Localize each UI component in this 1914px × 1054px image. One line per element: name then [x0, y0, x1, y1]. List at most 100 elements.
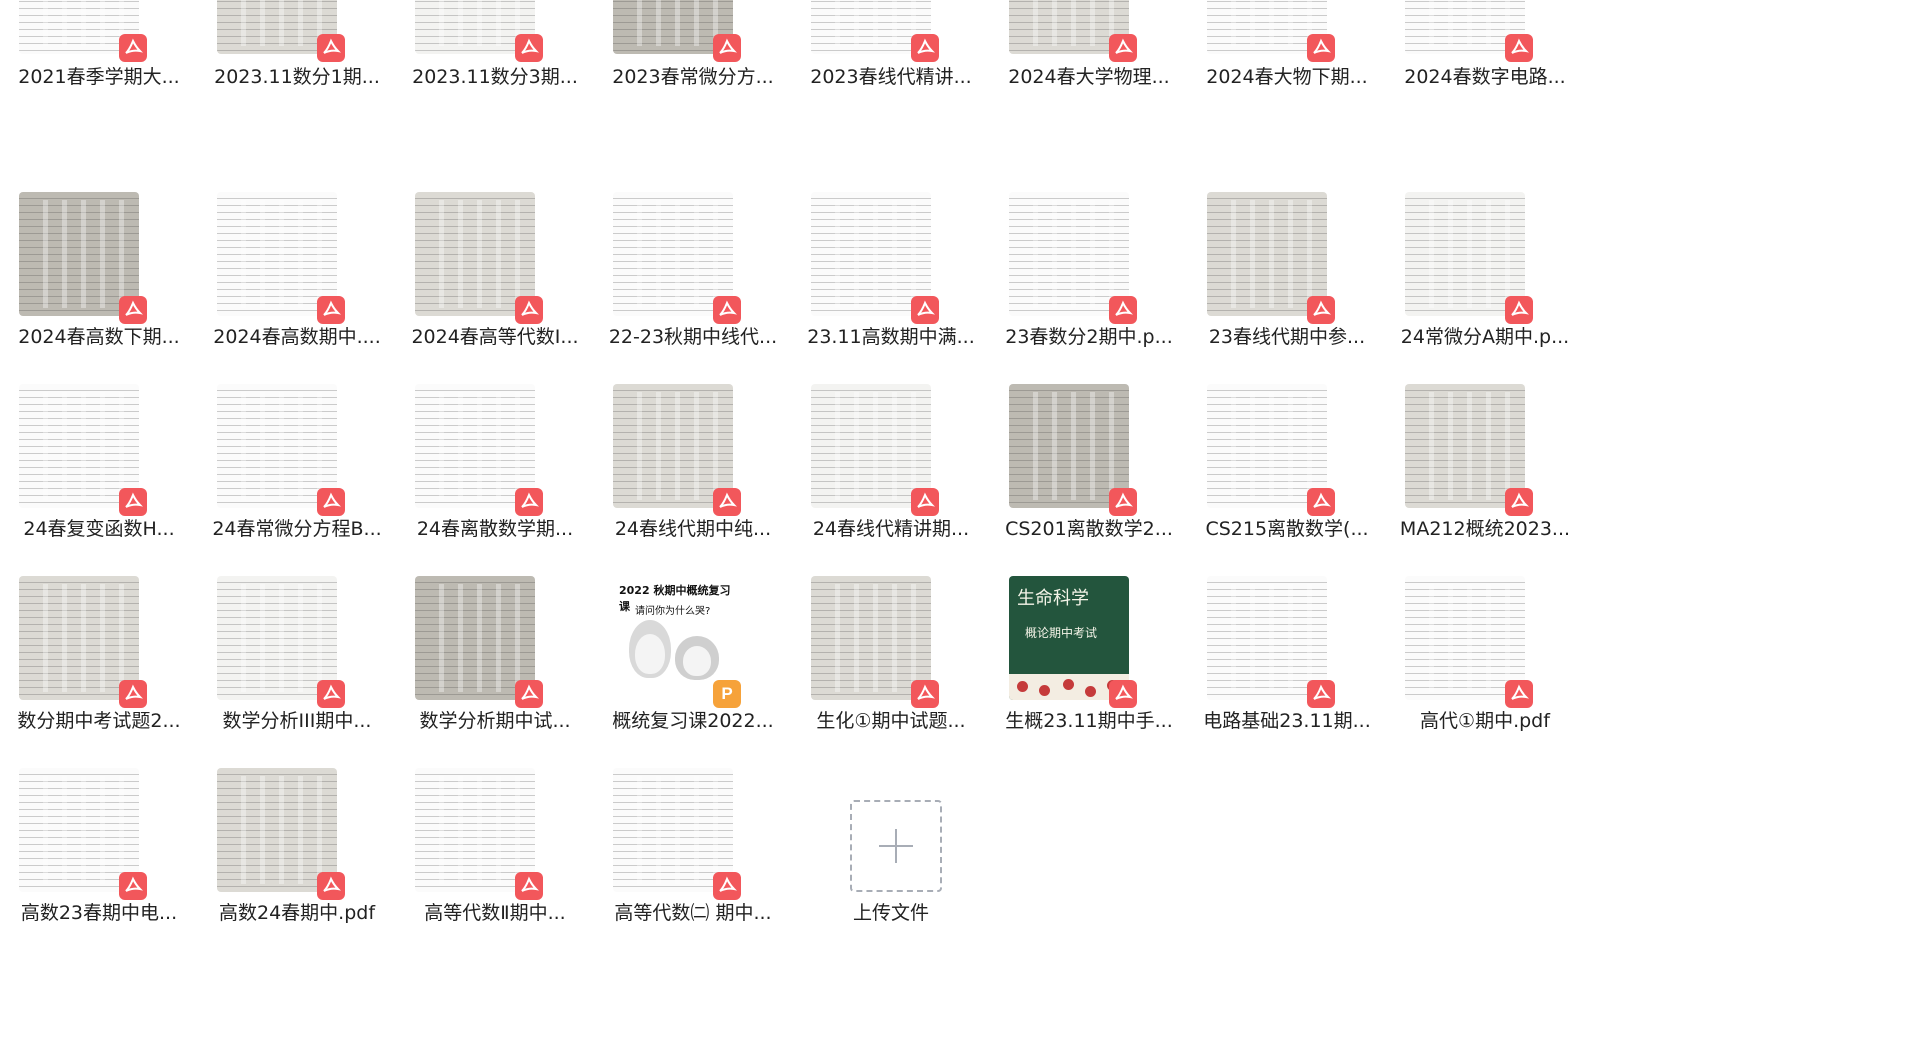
file-name: 高数23春期中电...: [20, 902, 178, 924]
file-tile[interactable]: 2022 秋期中概统复习课 请问你为什么哭? P 概统复习课2022...: [594, 576, 792, 768]
file-grid: 2021春季学期大... 2023.11数分1期... 2023.11数分3期...…: [0, 0, 1584, 960]
file-tile[interactable]: 23春线代期中参...: [1188, 192, 1386, 384]
upload-file-tile[interactable]: 上传文件: [792, 768, 990, 960]
badge-wrapper: [1405, 384, 1533, 516]
file-tile[interactable]: CS215离散数学(...: [1188, 384, 1386, 576]
badge-wrapper: [415, 0, 543, 62]
badge-wrapper: [415, 576, 543, 708]
file-name: 电路基础23.11期...: [1203, 710, 1371, 732]
file-tile[interactable]: MA212概统2023...: [1386, 384, 1584, 576]
file-name: 2024春高等代数I...: [411, 326, 579, 348]
badge-wrapper: [1009, 0, 1137, 62]
file-tile[interactable]: 2023.11数分3期...: [396, 0, 594, 192]
file-tile[interactable]: 2023.11数分1期...: [198, 0, 396, 192]
file-tile[interactable]: 24春常微分方程B...: [198, 384, 396, 576]
file-tile[interactable]: 生命科学 概论期中考试 生概23.11期中手...: [990, 576, 1188, 768]
badge-wrapper: [19, 0, 147, 62]
badge-wrapper: [1405, 0, 1533, 62]
file-tile[interactable]: 电路基础23.11期...: [1188, 576, 1386, 768]
pdf-icon: [317, 872, 345, 900]
file-tile[interactable]: 2024春高等代数I...: [396, 192, 594, 384]
pdf-icon: [1109, 296, 1137, 324]
badge-wrapper: [811, 576, 939, 708]
pdf-icon: [317, 680, 345, 708]
file-name: 上传文件: [852, 902, 929, 924]
file-name: 23.11高数期中满...: [807, 326, 975, 348]
badge-wrapper: [217, 768, 345, 900]
pdf-icon: [911, 34, 939, 62]
file-name: 高等代数Ⅱ期中...: [424, 902, 566, 924]
file-tile[interactable]: 24春离散数学期...: [396, 384, 594, 576]
file-name: 2023.11数分3期...: [412, 66, 578, 88]
file-tile[interactable]: 23春数分2期中.p...: [990, 192, 1188, 384]
upload-button[interactable]: [850, 800, 942, 892]
file-tile[interactable]: 24春复变函数H...: [0, 384, 198, 576]
pdf-icon: [317, 34, 345, 62]
file-tile[interactable]: 2024春高数下期...: [0, 192, 198, 384]
badge-wrapper: [613, 0, 741, 62]
pdf-icon: [515, 34, 543, 62]
pdf-icon: [119, 488, 147, 516]
file-tile[interactable]: 高数23春期中电...: [0, 768, 198, 960]
badge-wrapper: [613, 384, 741, 516]
file-tile[interactable]: 高数24春期中.pdf: [198, 768, 396, 960]
file-name: 24春线代期中纯...: [614, 518, 772, 540]
file-tile[interactable]: 高等代数Ⅱ期中...: [396, 768, 594, 960]
file-name: 2023.11数分1期...: [214, 66, 380, 88]
plus-icon: [879, 829, 913, 863]
file-tile[interactable]: 数学分析III期中...: [198, 576, 396, 768]
pdf-icon: [1505, 680, 1533, 708]
file-tile[interactable]: 2024春大物下期...: [1188, 0, 1386, 192]
pdf-icon: [515, 488, 543, 516]
file-tile[interactable]: 2023春常微分方...: [594, 0, 792, 192]
pdf-icon: [515, 872, 543, 900]
file-name: 概统复习课2022...: [612, 710, 774, 732]
file-tile[interactable]: 高等代数㈡ 期中...: [594, 768, 792, 960]
pdf-icon: [1109, 680, 1137, 708]
file-tile[interactable]: 22-23秋期中线代...: [594, 192, 792, 384]
file-tile[interactable]: 24常微分A期中.p...: [1386, 192, 1584, 384]
file-name: 2023春常微分方...: [612, 66, 774, 88]
badge-wrapper: [811, 192, 939, 324]
badge-wrapper: [1405, 192, 1533, 324]
pdf-icon: [317, 296, 345, 324]
file-name: 2023春线代精讲...: [810, 66, 972, 88]
file-tile[interactable]: 24春线代精讲期...: [792, 384, 990, 576]
badge-wrapper: [217, 576, 345, 708]
badge-wrapper: [1207, 192, 1335, 324]
file-tile[interactable]: 2024春大学物理...: [990, 0, 1188, 192]
file-tile[interactable]: 23.11高数期中满...: [792, 192, 990, 384]
pdf-icon: [1505, 34, 1533, 62]
file-name: 22-23秋期中线代...: [608, 326, 778, 348]
pdf-icon: [911, 296, 939, 324]
file-name: 高等代数㈡ 期中...: [614, 902, 772, 924]
file-name: 24春线代精讲期...: [812, 518, 970, 540]
file-tile[interactable]: 2021春季学期大...: [0, 0, 198, 192]
pdf-icon: [317, 488, 345, 516]
badge-wrapper: [1009, 576, 1137, 708]
file-tile[interactable]: 24春线代期中纯...: [594, 384, 792, 576]
pdf-icon: [119, 34, 147, 62]
file-name: CS215离散数学(...: [1205, 518, 1369, 540]
file-tile[interactable]: 高代①期中.pdf: [1386, 576, 1584, 768]
badge-wrapper: P: [613, 576, 741, 708]
file-tile[interactable]: 2024春数字电路...: [1386, 0, 1584, 192]
badge-wrapper: [1405, 576, 1533, 708]
file-tile[interactable]: 生化①期中试题...: [792, 576, 990, 768]
file-tile[interactable]: 2024春高数期中....: [198, 192, 396, 384]
file-tile[interactable]: 数学分析期中试...: [396, 576, 594, 768]
pdf-icon: [1505, 296, 1533, 324]
pdf-icon: [1109, 34, 1137, 62]
badge-wrapper: [1207, 0, 1335, 62]
ppt-icon: P: [713, 680, 741, 708]
file-tile[interactable]: 数分期中考试题2...: [0, 576, 198, 768]
badge-wrapper: [19, 192, 147, 324]
pdf-icon: [119, 872, 147, 900]
file-tile[interactable]: 2023春线代精讲...: [792, 0, 990, 192]
file-name: 2021春季学期大...: [18, 66, 180, 88]
pdf-icon: [1505, 488, 1533, 516]
file-name: 生化①期中试题...: [816, 710, 966, 732]
file-name: 生概23.11期中手...: [1005, 710, 1173, 732]
file-name: 24春常微分方程B...: [212, 518, 382, 540]
file-tile[interactable]: CS201离散数学2...: [990, 384, 1188, 576]
